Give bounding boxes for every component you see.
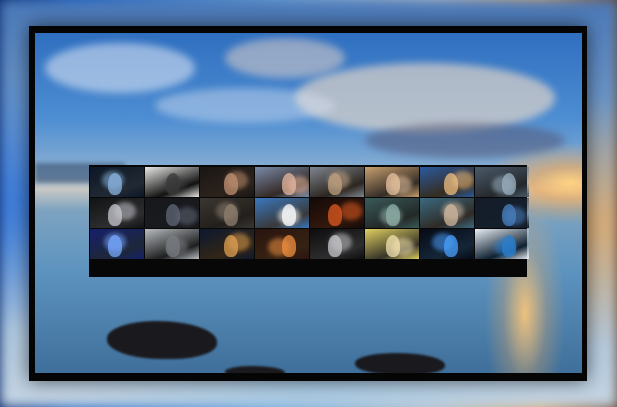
thumbnail-subject — [224, 235, 238, 257]
wallpaper-thumbnail-armored-knight-portal[interactable] — [90, 167, 144, 197]
thumbnail-subject — [282, 173, 296, 195]
thumbnail-subject — [282, 204, 296, 226]
wallpaper-thumbnail-warrior-woman-storm[interactable] — [310, 167, 364, 197]
thumbnail-subject — [224, 204, 238, 226]
rock — [225, 366, 285, 373]
rock — [355, 353, 445, 373]
wallpaper-thumbnail-sketch-warrior-white[interactable] — [145, 167, 199, 197]
thumbnail-subject — [444, 204, 458, 226]
thumbnail-grid — [90, 167, 529, 259]
wallpaper-thumbnail-fantasy-lake-landscape[interactable] — [420, 167, 474, 197]
cloud — [365, 123, 565, 158]
wallpaper-thumbnail-pier-sunset-sea[interactable] — [255, 167, 309, 197]
thumbnail-subject — [282, 235, 296, 257]
thumbnail-subject — [444, 173, 458, 195]
wallpaper-thumbnail-city-skyline-night[interactable] — [200, 229, 254, 259]
thumbnail-subject — [166, 173, 180, 195]
thumbnail-subject — [328, 235, 342, 257]
wallpaper-thumbnail-pale-face-dark[interactable] — [310, 229, 364, 259]
thumbnail-subject — [328, 204, 342, 226]
thumbnail-highlight — [340, 202, 362, 220]
wallpaper-thumbnail-white-owl-eyes[interactable] — [475, 229, 529, 259]
thumbnail-subject — [502, 235, 516, 257]
thumbnail-subject — [108, 173, 122, 195]
wallpaper-gallery-panel — [89, 165, 529, 277]
wallpaper-thumbnail-blue-lightning-dark[interactable] — [420, 229, 474, 259]
wallpaper-thumbnail-dark-warrior-woman[interactable] — [200, 167, 254, 197]
thumbnail-subject — [108, 235, 122, 257]
thumbnail-subject — [386, 204, 400, 226]
thumbnail-subject — [386, 173, 400, 195]
wallpaper-thumbnail-elf-girl-portrait[interactable] — [420, 198, 474, 228]
wallpaper-thumbnail-coastal-road-dusk[interactable] — [475, 167, 529, 197]
wallpaper-thumbnail-silver-wolf-abstract[interactable] — [145, 229, 199, 259]
wallpaper-thumbnail-anime-girl-yellow[interactable] — [365, 229, 419, 259]
wallpaper-thumbnail-fire-demon[interactable] — [310, 198, 364, 228]
thumbnail-subject — [328, 173, 342, 195]
wallpaper-thumbnail-blue-sky-clouds-lake[interactable] — [255, 198, 309, 228]
wallpaper-thumbnail-fire-phoenix-woman[interactable] — [255, 229, 309, 259]
wallpaper-thumbnail-blue-eyed-sorceress[interactable] — [475, 198, 529, 228]
wallpaper-thumbnail-skull-orb[interactable] — [90, 198, 144, 228]
wallpaper-thumbnail-blue-nebula-space[interactable] — [90, 229, 144, 259]
thumbnail-subject — [502, 173, 516, 195]
wallpaper-thumbnail-dark-hooded-figure[interactable] — [145, 198, 199, 228]
thumbnail-subject — [108, 204, 122, 226]
cloud — [155, 88, 335, 123]
thumbnail-subject — [166, 204, 180, 226]
cloud — [225, 38, 345, 78]
thumbnail-subject — [502, 204, 516, 226]
rock — [107, 321, 217, 359]
thumbnail-subject — [386, 235, 400, 257]
cloud — [295, 63, 555, 133]
wallpaper-thumbnail-mech-warrior-ruins[interactable] — [200, 198, 254, 228]
wallpaper-thumbnail-woman-face-closeup[interactable] — [365, 167, 419, 197]
thumbnail-subject — [224, 173, 238, 195]
cloud — [45, 43, 195, 93]
thumbnail-subject — [166, 235, 180, 257]
wallpaper-thumbnail-foggy-fantasy-valley[interactable] — [365, 198, 419, 228]
thumbnail-subject — [444, 235, 458, 257]
